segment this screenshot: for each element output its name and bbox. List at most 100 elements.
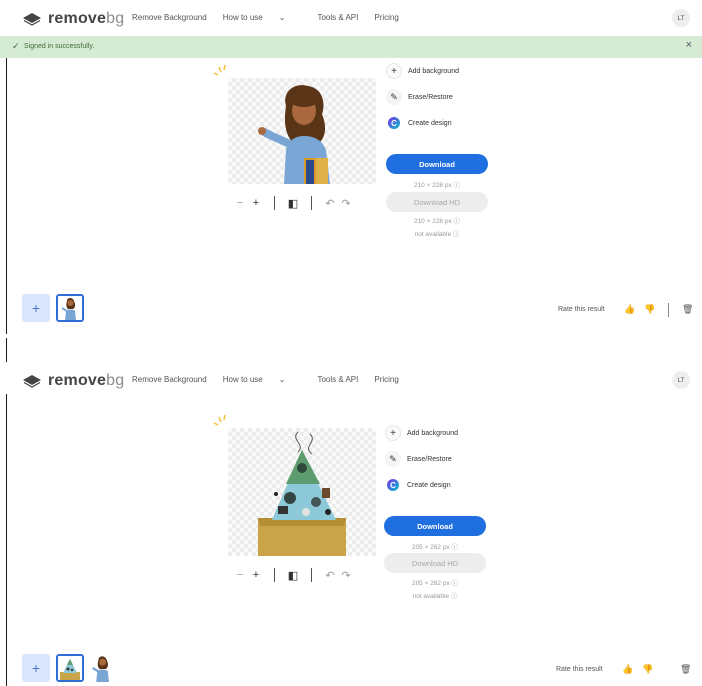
check-icon: ✓ bbox=[12, 41, 20, 51]
download-hd-button[interactable]: Download HD bbox=[386, 192, 488, 212]
main-nav: Remove Background How to use ⌄ Tools & AP… bbox=[132, 375, 415, 384]
add-image-button[interactable]: + bbox=[22, 294, 50, 322]
plus-icon: + bbox=[386, 63, 402, 79]
screenshot-frame-1: removebg Remove Background How to use ⌄ T… bbox=[0, 0, 702, 338]
thumbs-down-icon[interactable]: 👎 bbox=[642, 664, 653, 675]
info-icon[interactable]: ⓘ bbox=[454, 218, 461, 225]
chevron-down-icon: ⌄ bbox=[278, 13, 286, 22]
logo[interactable]: removebg bbox=[22, 10, 124, 28]
logo[interactable]: removebg bbox=[22, 372, 124, 390]
thumbs-up-icon[interactable]: 👍 bbox=[622, 664, 633, 675]
bottom-bar: + Rate this result 👍 👎 🗑 bbox=[0, 292, 702, 326]
info-icon[interactable]: ⓘ bbox=[451, 593, 458, 600]
trash-icon[interactable]: 🗑 bbox=[680, 664, 691, 675]
redo-icon[interactable]: ↷ bbox=[338, 197, 354, 210]
zoom-in-icon[interactable]: + bbox=[248, 569, 264, 581]
cutout-artwork-image bbox=[258, 431, 346, 556]
magic-wand-icon: ✎ bbox=[386, 89, 402, 105]
toolbar-separator bbox=[311, 568, 312, 582]
download-hd-size: 205 × 262 px ⓘ bbox=[411, 580, 459, 587]
zoom-out-icon[interactable]: − bbox=[232, 569, 248, 581]
hd-availability: not available ⓘ bbox=[414, 231, 460, 238]
rate-label: Rate this result bbox=[558, 306, 605, 313]
info-icon[interactable]: ⓘ bbox=[452, 580, 459, 587]
cutout-girl-image bbox=[258, 85, 330, 184]
screenshot-frame-2: removebg Remove Background How to use ⌄ T… bbox=[0, 362, 702, 686]
avatar[interactable]: LT bbox=[672, 9, 690, 27]
top-nav: removebg Remove Background How to use ⌄ T… bbox=[0, 362, 702, 398]
redo-icon[interactable]: ↷ bbox=[338, 569, 354, 582]
undo-icon[interactable]: ↶ bbox=[322, 197, 338, 210]
edit-actions: + Add background ✎ Erase/Restore C Creat… bbox=[386, 62, 496, 140]
nav-tools-api[interactable]: Tools & API bbox=[317, 13, 358, 22]
result-preview[interactable] bbox=[228, 428, 376, 556]
download-size: 210 × 228 px ⓘ bbox=[413, 182, 461, 189]
nav-remove-background[interactable]: Remove Background bbox=[132, 375, 207, 384]
hd-availability: not available ⓘ bbox=[412, 593, 458, 600]
banner-message: Signed in successfully. bbox=[24, 43, 95, 50]
preview-toolbar: − + ◧ ↶ ↷ bbox=[232, 196, 354, 210]
canva-icon: C bbox=[388, 117, 400, 129]
toolbar-separator bbox=[311, 196, 312, 210]
trash-icon[interactable]: 🗑 bbox=[682, 304, 693, 315]
rate-label: Rate this result bbox=[556, 666, 603, 673]
chevron-down-icon: ⌄ bbox=[278, 375, 286, 384]
zoom-out-icon[interactable]: − bbox=[232, 197, 248, 209]
preview-toolbar: − + ◧ ↶ ↷ bbox=[232, 568, 354, 582]
erase-restore-button[interactable]: ✎ Erase/Restore bbox=[386, 88, 496, 106]
logo-wordmark: removebg bbox=[48, 372, 125, 389]
erase-restore-button[interactable]: ✎ Erase/Restore bbox=[385, 450, 495, 468]
nav-remove-background[interactable]: Remove Background bbox=[132, 13, 207, 22]
thumbnail-girl-image bbox=[61, 298, 76, 320]
add-background-button[interactable]: + Add background bbox=[386, 62, 496, 80]
thumbs-up-icon[interactable]: 👍 bbox=[624, 304, 635, 315]
create-design-button[interactable]: C Create design bbox=[386, 114, 496, 132]
success-banner: ✓ Signed in successfully. × bbox=[0, 36, 702, 58]
info-icon[interactable]: ⓘ bbox=[454, 182, 461, 189]
canva-icon: C bbox=[387, 479, 399, 491]
top-nav: removebg Remove Background How to use ⌄ T… bbox=[0, 0, 702, 36]
sparkle-icon bbox=[213, 64, 226, 76]
download-button[interactable]: Download bbox=[386, 154, 488, 174]
close-icon[interactable]: × bbox=[686, 40, 692, 51]
download-button[interactable]: Download bbox=[384, 516, 486, 536]
left-edge-rule bbox=[6, 394, 7, 686]
logo-layers-icon bbox=[23, 13, 41, 26]
info-icon[interactable]: ⓘ bbox=[453, 231, 460, 238]
main-nav: Remove Background How to use ⌄ Tools & AP… bbox=[132, 13, 415, 22]
add-background-button[interactable]: + Add background bbox=[385, 424, 495, 442]
thumbnail-girl-image bbox=[92, 656, 109, 682]
logo-layers-icon bbox=[23, 375, 41, 388]
thumbs-down-icon[interactable]: 👎 bbox=[644, 304, 655, 315]
compare-icon[interactable]: ◧ bbox=[285, 569, 301, 582]
download-hd-button[interactable]: Download HD bbox=[384, 553, 486, 573]
magic-wand-icon: ✎ bbox=[385, 451, 401, 467]
logo-wordmark: removebg bbox=[48, 10, 125, 27]
add-image-button[interactable]: + bbox=[22, 654, 50, 682]
create-design-button[interactable]: C Create design bbox=[385, 476, 495, 494]
nav-pricing[interactable]: Pricing bbox=[374, 13, 398, 22]
nav-how-to-use[interactable]: How to use ⌄ bbox=[223, 13, 302, 22]
frame-gap bbox=[0, 338, 702, 362]
plus-icon: + bbox=[385, 425, 401, 441]
sparkle-icon bbox=[213, 414, 226, 426]
info-icon[interactable]: ⓘ bbox=[452, 544, 459, 551]
result-preview[interactable] bbox=[228, 78, 376, 184]
zoom-in-icon[interactable]: + bbox=[248, 197, 264, 209]
bottom-bar: + Rate this result 👍 👎 🗑 bbox=[0, 652, 702, 686]
download-size: 205 × 262 px ⓘ bbox=[411, 544, 459, 551]
bar-separator bbox=[668, 303, 669, 317]
nav-how-to-use[interactable]: How to use ⌄ bbox=[223, 375, 302, 384]
image-thumbnail[interactable] bbox=[88, 654, 116, 682]
nav-tools-api[interactable]: Tools & API bbox=[317, 375, 358, 384]
toolbar-separator bbox=[274, 196, 275, 210]
image-thumbnail[interactable] bbox=[56, 654, 84, 682]
avatar[interactable]: LT bbox=[672, 371, 690, 389]
image-thumbnail[interactable] bbox=[56, 294, 84, 322]
edit-actions: + Add background ✎ Erase/Restore C Creat… bbox=[385, 424, 495, 502]
thumbnail-artwork-image bbox=[60, 659, 80, 680]
nav-pricing[interactable]: Pricing bbox=[374, 375, 398, 384]
download-hd-size: 210 × 228 px ⓘ bbox=[413, 218, 461, 225]
compare-icon[interactable]: ◧ bbox=[285, 197, 301, 210]
undo-icon[interactable]: ↶ bbox=[322, 569, 338, 582]
